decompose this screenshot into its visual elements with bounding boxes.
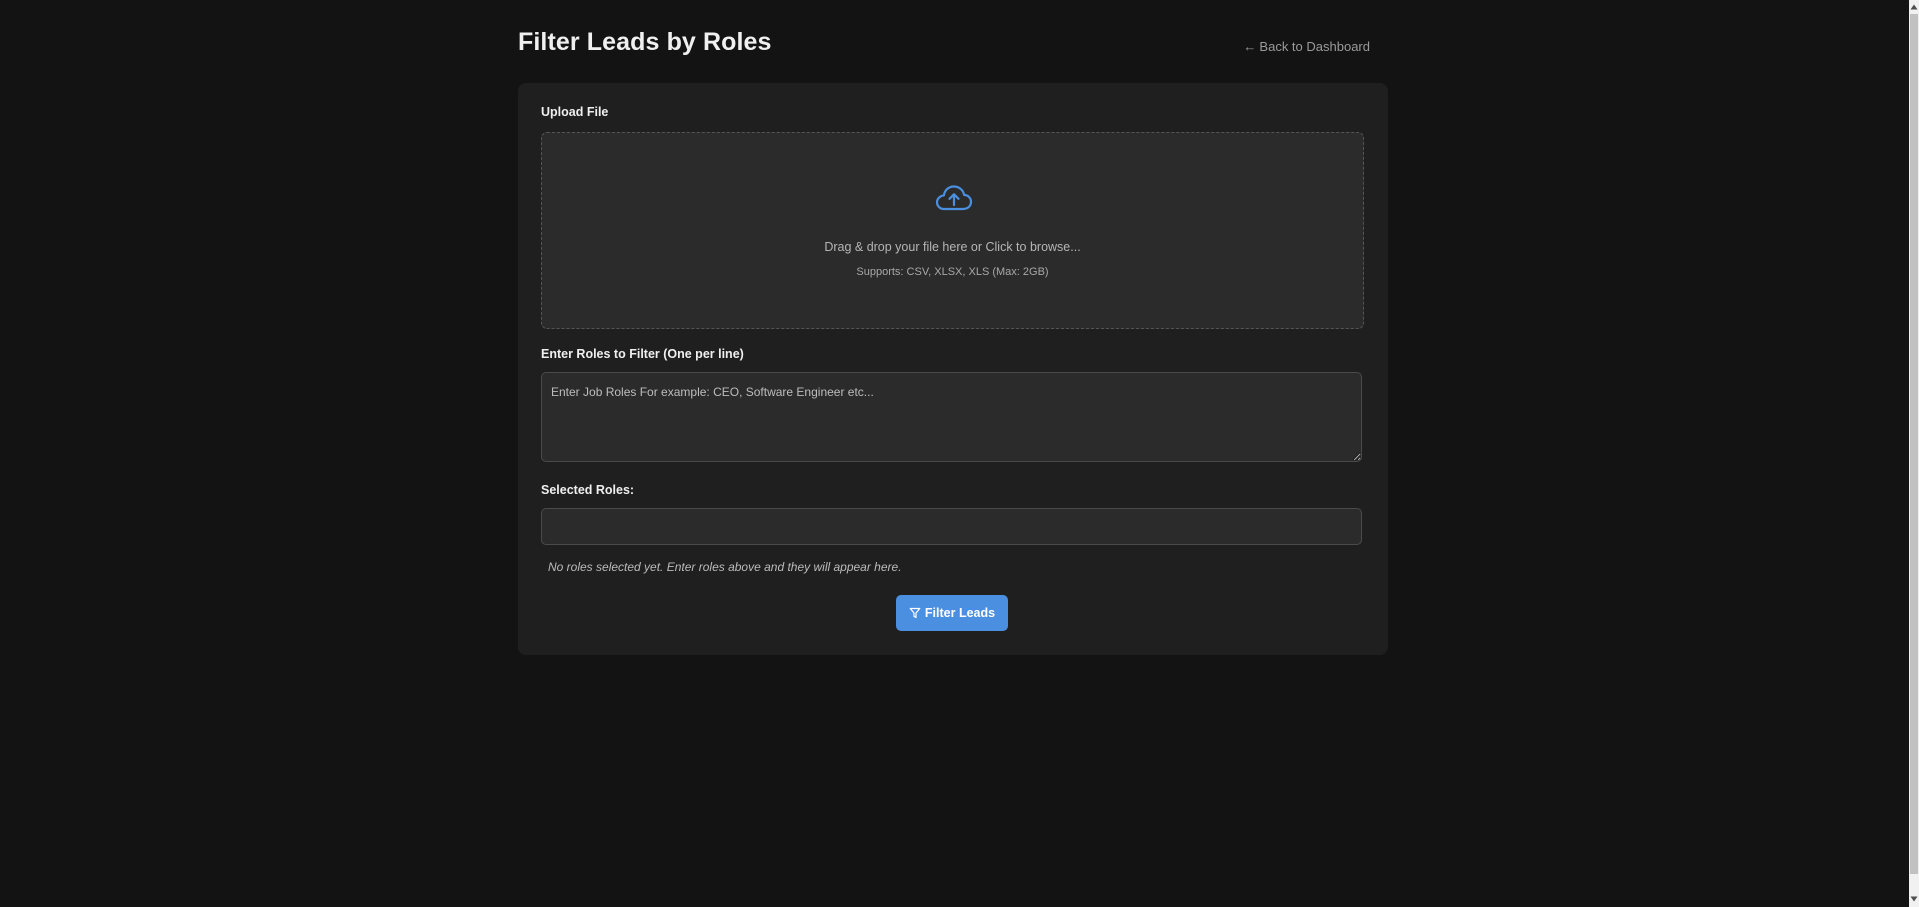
dropzone-instructions: Drag & drop your file here or Click to b… [824, 240, 1081, 254]
filter-form-card: Upload File Drag & drop your file here o… [518, 83, 1388, 655]
filter-icon [909, 607, 921, 619]
scroll-up-icon[interactable] [1909, 1, 1919, 13]
roles-textarea[interactable] [541, 372, 1362, 462]
scroll-down-icon[interactable] [1909, 893, 1919, 905]
vertical-scrollbar[interactable] [1909, 0, 1919, 907]
page-container: Filter Leads by Roles ← Back to Dashboar… [518, 0, 1388, 655]
roles-input-label: Enter Roles to Filter (One per line) [541, 347, 744, 361]
page-title: Filter Leads by Roles [518, 28, 772, 56]
back-to-dashboard-link[interactable]: ← Back to Dashboard [1243, 39, 1370, 54]
filter-leads-button[interactable]: Filter Leads [896, 595, 1008, 631]
selected-roles-container [541, 508, 1362, 545]
selected-roles-label: Selected Roles: [541, 483, 635, 497]
scrollbar-thumb[interactable] [1910, 14, 1918, 874]
back-link-label: Back to Dashboard [1259, 39, 1370, 54]
cloud-upload-icon [935, 185, 973, 211]
supported-formats-text: Supports: CSV, XLSX, XLS (Max: 2GB) [856, 266, 1049, 278]
no-roles-message: No roles selected yet. Enter roles above… [548, 560, 902, 574]
arrow-left-icon: ← [1243, 39, 1257, 54]
page-header: Filter Leads by Roles ← Back to Dashboar… [518, 0, 1388, 84]
file-dropzone[interactable]: Drag & drop your file here or Click to b… [541, 132, 1364, 329]
upload-file-label: Upload File [541, 105, 609, 119]
filter-leads-label: Filter Leads [924, 606, 996, 620]
